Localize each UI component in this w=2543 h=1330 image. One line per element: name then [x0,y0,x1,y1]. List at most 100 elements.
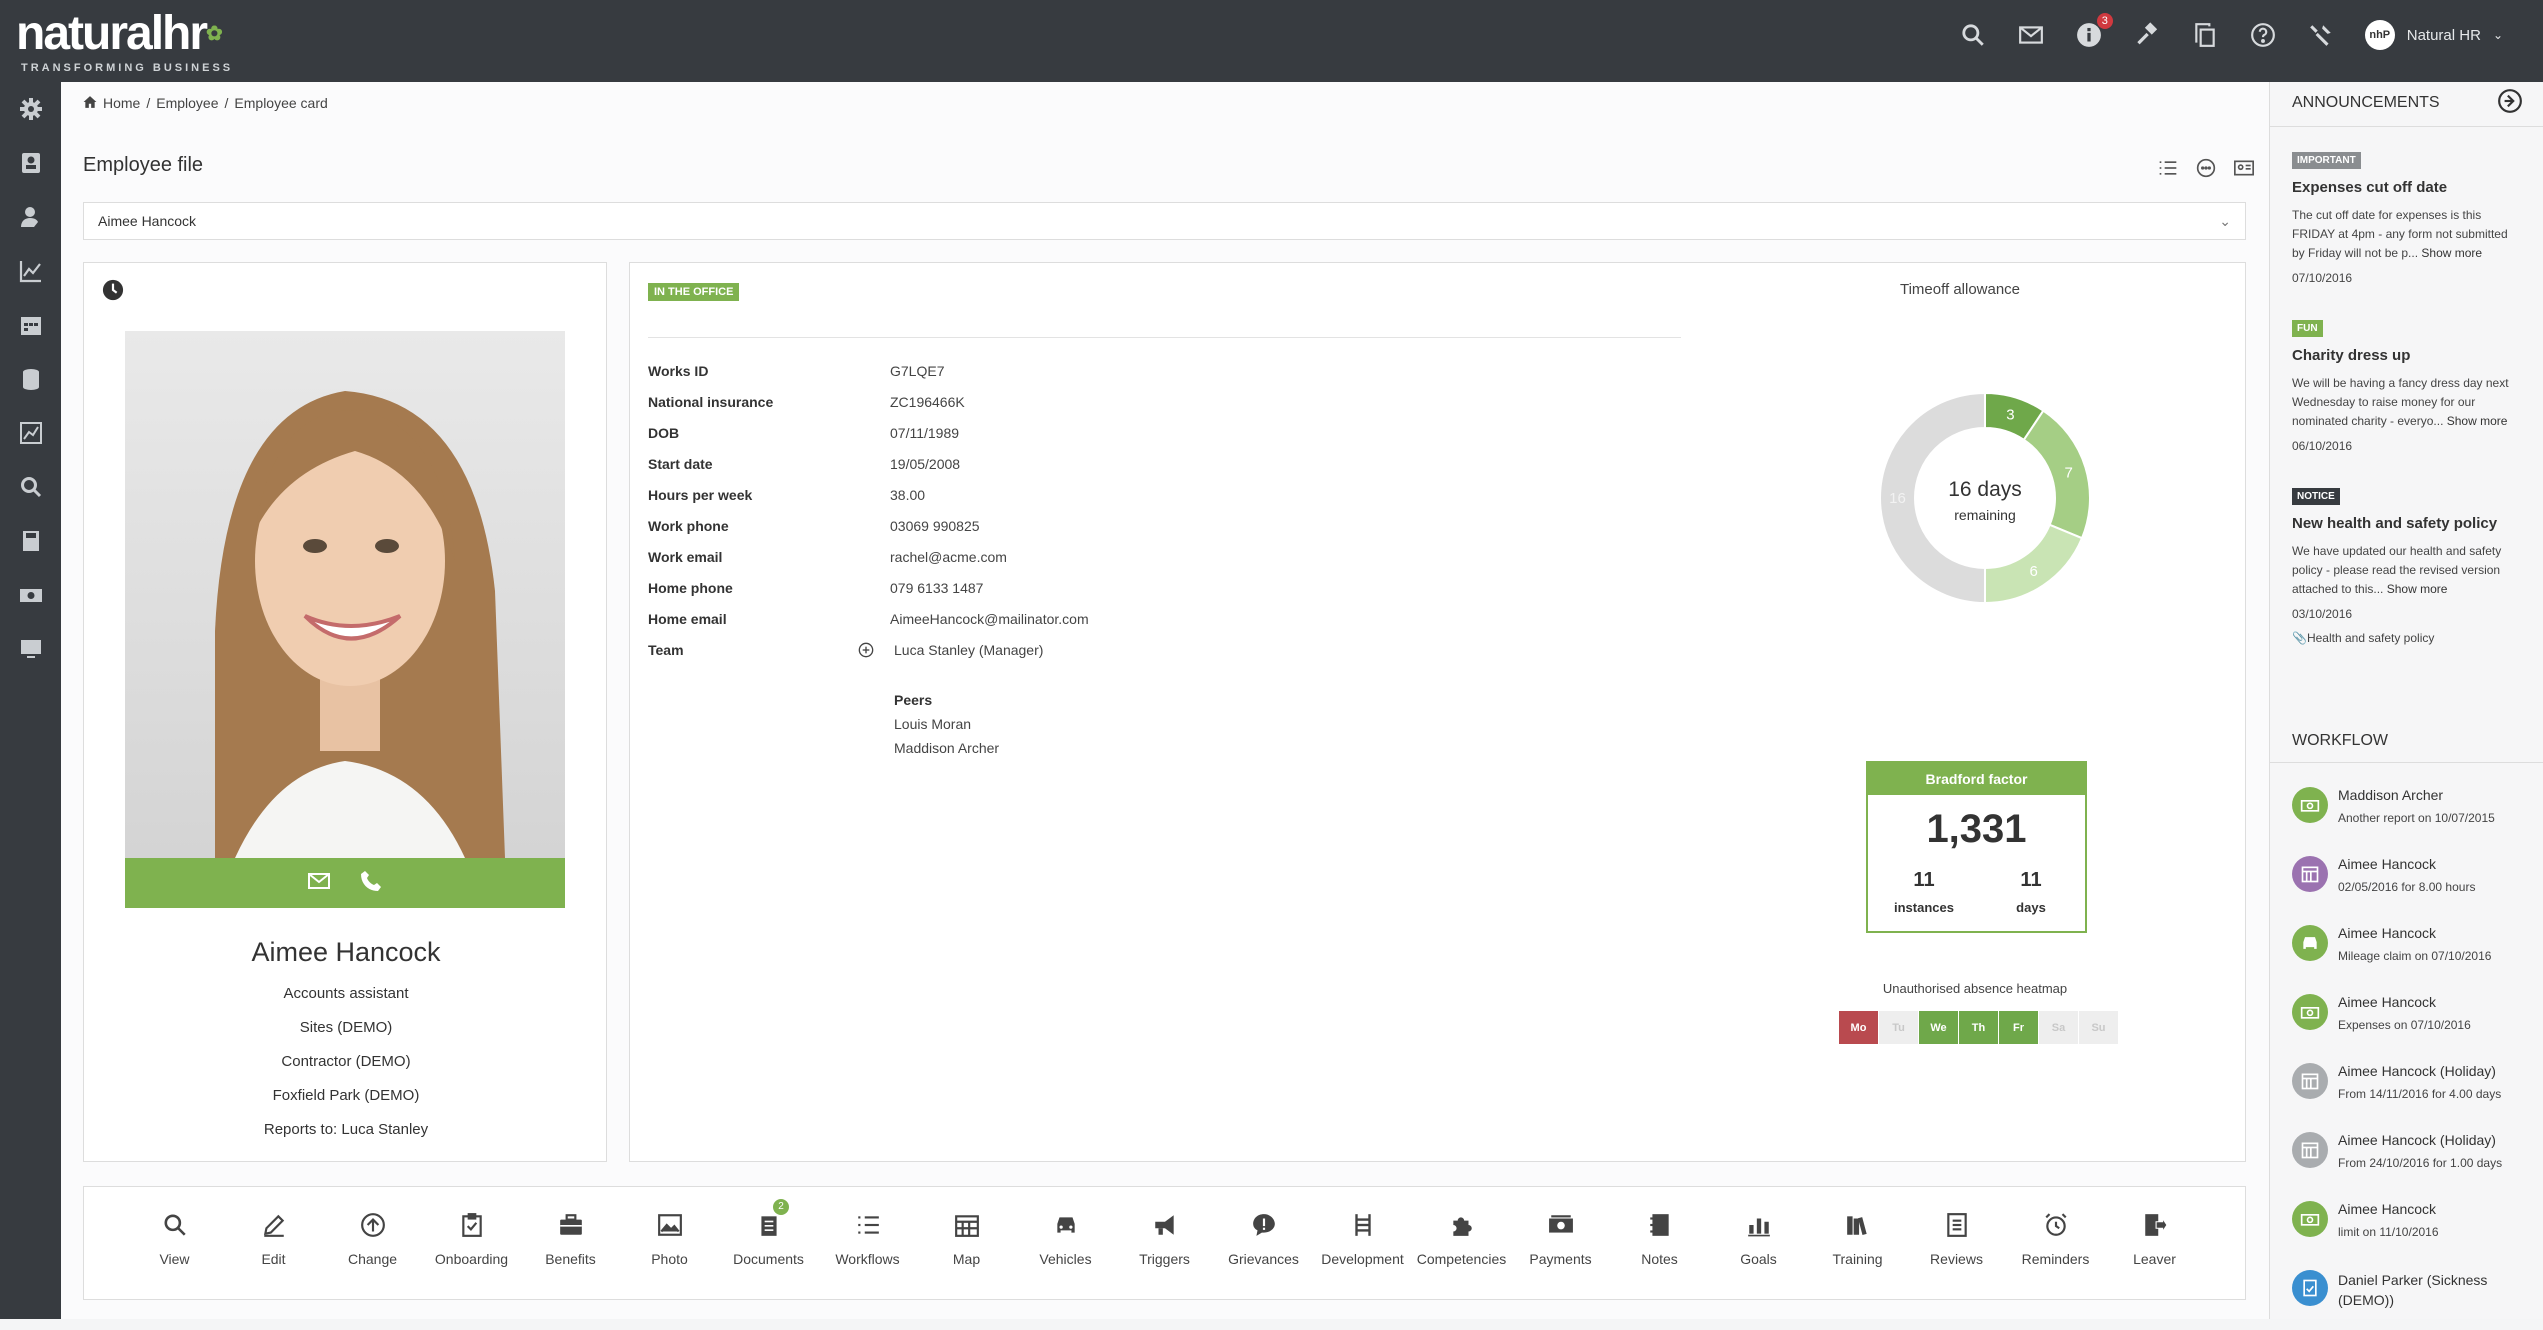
show-more-link[interactable]: Show more [2421,246,2482,260]
team-manager[interactable]: Luca Stanley (Manager) [894,642,1043,658]
action-triggers-button[interactable]: Triggers [1115,1209,1214,1267]
action-development-button[interactable]: Development [1313,1209,1412,1267]
id-card-icon[interactable] [2234,158,2254,183]
action-notes-button[interactable]: Notes [1610,1209,1709,1267]
breadcrumb-current: Employee card [234,95,328,111]
action-payments-button[interactable]: Payments [1511,1209,1610,1267]
workflow-item-detail: From 24/10/2016 for 1.00 days [2338,1156,2503,1170]
workflow-item[interactable]: Aimee Hancock (Holiday) From 24/10/2016 f… [2292,1132,2532,1192]
database-icon[interactable] [0,352,61,406]
action-view-button[interactable]: View [125,1209,224,1267]
attachment-link[interactable]: 📎Health and safety policy [2292,631,2522,645]
collapse-panel-icon[interactable] [2497,88,2523,114]
show-more-link[interactable]: Show more [2387,582,2448,596]
employee-select[interactable]: Aimee Hancock ⌄ [83,202,2246,240]
workflow-item[interactable]: Aimee Hancock Mileage claim on 07/10/2016 [2292,925,2532,985]
announcement-item[interactable]: NOTICE New health and safety policy We h… [2292,486,2522,645]
announcement-item[interactable]: FUN Charity dress up We will be having a… [2292,318,2522,453]
search-icon[interactable] [1959,21,1987,49]
breadcrumb-home[interactable]: Home [103,95,140,111]
calendar-icon[interactable] [0,298,61,352]
bradford-days-label: days [2016,900,2046,915]
announcements-panel: ANNOUNCEMENTS IMPORTANT Expenses cut off… [2269,82,2543,1319]
phone-icon[interactable] [359,869,383,898]
action-vehicles-button[interactable]: Vehicles [1016,1209,1115,1267]
workflow-item[interactable]: Aimee Hancock Expenses on 07/10/2016 [2292,994,2532,1054]
user-menu[interactable]: nhP Natural HR ⌄ [2364,20,2503,50]
profile-card: Aimee Hancock Accounts assistant Sites (… [83,262,607,1162]
action-label: Benefits [545,1251,596,1267]
main-content: Home / Employee / Employee card Employee… [61,82,2269,1319]
help-icon[interactable] [2249,21,2277,49]
action-reminders-button[interactable]: Reminders [2006,1209,2105,1267]
workflow-item[interactable]: Aimee Hancock 02/05/2016 for 8.00 hours [2292,856,2532,916]
money-icon[interactable] [0,568,61,622]
action-competencies-button[interactable]: Competencies [1412,1209,1511,1267]
workflow-item-name: Daniel Parker (Sickness (DEMO)) [2338,1272,2488,1308]
donut-segment-label: 6 [2029,563,2037,580]
contacts-icon[interactable] [0,136,61,190]
action-leaver-button[interactable]: Leaver [2105,1209,2204,1267]
book-icon[interactable] [0,514,61,568]
monitor-icon[interactable] [0,622,61,676]
car-icon [1016,1209,1115,1241]
tools-icon[interactable] [2307,21,2335,49]
announcement-item[interactable]: IMPORTANT Expenses cut off date The cut … [2292,150,2522,285]
bradford-instances-value: 11 [1913,869,1935,891]
action-label: Triggers [1139,1251,1190,1267]
mail-icon[interactable] [2017,21,2045,49]
workflow-item[interactable]: Maddison Archer Another report on 10/07/2… [2292,787,2532,847]
chart-icon[interactable] [0,244,61,298]
action-training-button[interactable]: Training [1808,1209,1907,1267]
announcement-title: Charity dress up [2292,347,2411,364]
workflow-item-detail: limit on 11/10/2016 [2338,1225,2439,1239]
document-icon [2292,1270,2328,1306]
action-change-button[interactable]: Change [323,1209,422,1267]
logo[interactable]: naturalhr✿ TRANSFORMING BUSINESS [16,10,238,77]
employee-role: Accounts assistant [283,985,409,1002]
employee-reports-to: Reports to: Luca Stanley [263,1121,429,1138]
action-grievances-button[interactable]: Grievances [1214,1209,1313,1267]
show-more-link[interactable]: Show more [2447,414,2508,428]
workflow-item-name: Maddison Archer [2338,787,2444,803]
settings-icon[interactable] [0,82,61,136]
action-onboarding-button[interactable]: Onboarding [422,1209,521,1267]
workflow-item[interactable]: Aimee Hancock (Holiday) From 14/11/2016 f… [2292,1063,2532,1123]
list-view-icon[interactable] [2158,158,2178,183]
workflow-item[interactable]: Aimee Hancock limit on 11/10/2016 [2292,1201,2532,1261]
bradford-title: Bradford factor [1868,763,2085,795]
action-label: View [159,1251,190,1267]
calendar-icon [2292,856,2328,892]
donut-segment-label: 3 [2006,406,2014,423]
action-edit-button[interactable]: Edit [224,1209,323,1267]
top-bar: naturalhr✿ TRANSFORMING BUSINESS 3 nhP N… [0,0,2543,82]
user-icon[interactable] [0,190,61,244]
more-options-icon[interactable] [2196,158,2216,183]
gavel-icon[interactable] [2133,21,2161,49]
peer-item[interactable]: Louis Moran [894,716,971,732]
action-benefits-button[interactable]: Benefits [521,1209,620,1267]
action-workflows-button[interactable]: Workflows [818,1209,917,1267]
calendar-grid-icon [917,1209,1016,1241]
notebook-icon [1610,1209,1709,1241]
home-icon[interactable] [83,95,97,112]
email-icon[interactable] [307,869,331,898]
action-label: Reminders [2021,1251,2090,1267]
employee-select-value: Aimee Hancock [98,213,197,229]
report-icon[interactable] [0,406,61,460]
action-map-button[interactable]: Map [917,1209,1016,1267]
money-icon [2292,787,2328,823]
search-icon[interactable] [0,460,61,514]
action-reviews-button[interactable]: Reviews [1907,1209,2006,1267]
action-documents-button[interactable]: 2 Documents [719,1199,818,1267]
workflow-item[interactable]: Daniel Parker (Sickness (DEMO)) [2292,1270,2532,1330]
action-photo-button[interactable]: Photo [620,1209,719,1267]
info-icon[interactable]: 3 [2075,13,2113,49]
car-icon [2292,925,2328,961]
breadcrumb-employee[interactable]: Employee [156,95,218,111]
clock-icon[interactable] [102,279,124,301]
peer-item[interactable]: Maddison Archer [894,740,999,756]
copy-icon[interactable] [2191,21,2219,49]
action-goals-button[interactable]: Goals [1709,1209,1808,1267]
expand-team-icon[interactable] [858,642,874,658]
